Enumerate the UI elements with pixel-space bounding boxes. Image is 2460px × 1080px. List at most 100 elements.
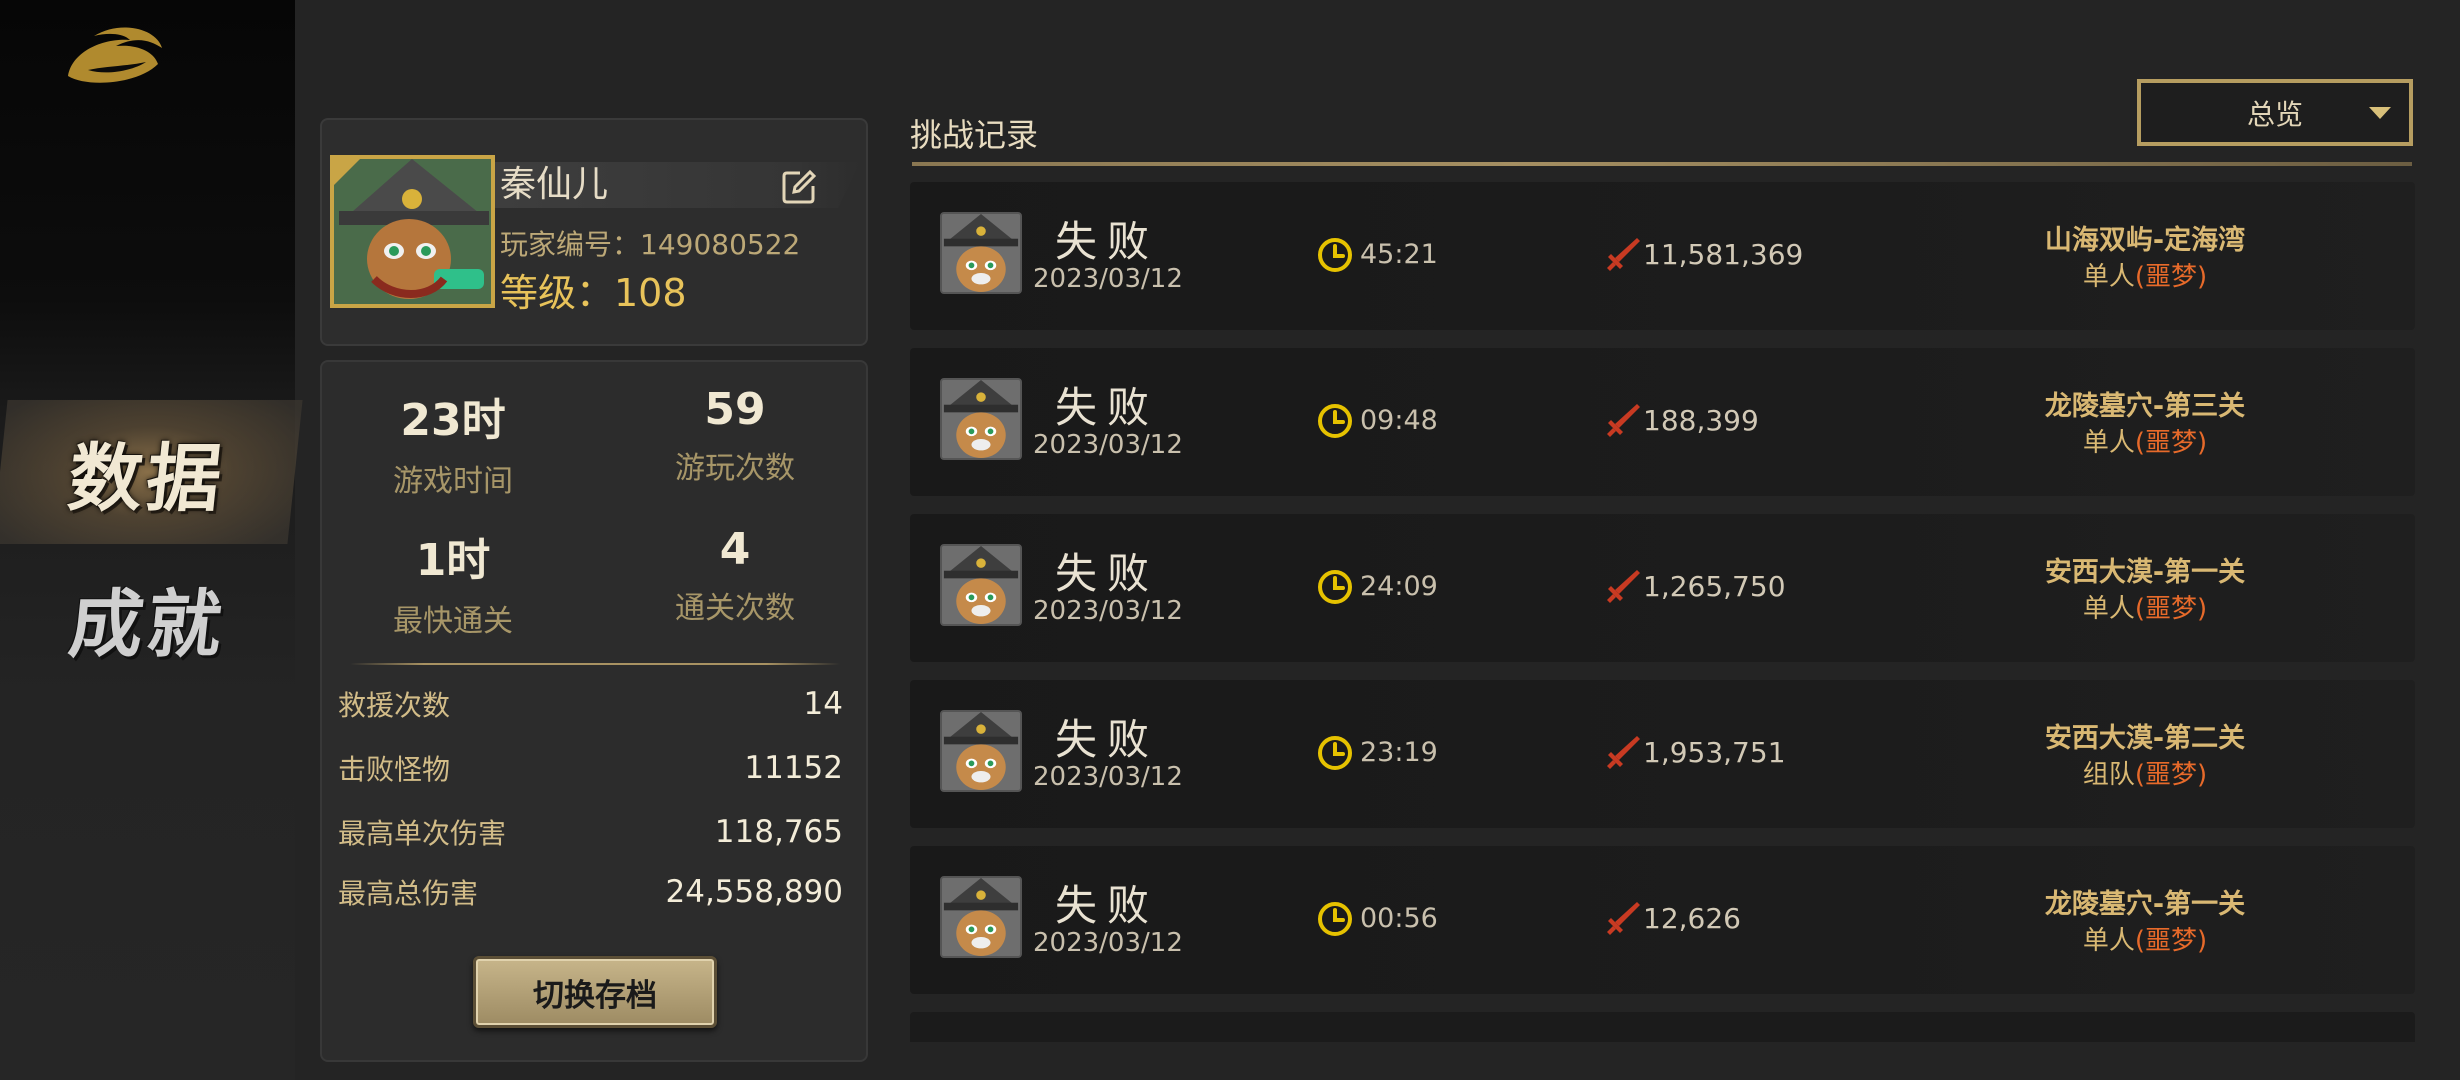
character-portrait-icon bbox=[942, 546, 1020, 624]
records-divider bbox=[912, 162, 2412, 166]
record-mode-type: 单人 bbox=[2082, 262, 2135, 292]
game-logo-icon bbox=[68, 27, 162, 83]
stat-play-count-value: 59 bbox=[704, 384, 766, 435]
edit-icon[interactable] bbox=[780, 168, 818, 206]
record-date: 2023/03/12 bbox=[1033, 928, 1183, 958]
record-result: 失败 bbox=[1055, 217, 1160, 266]
stat-row-value: 118,765 bbox=[714, 814, 843, 850]
stat-play-time-value: 23时 bbox=[400, 395, 506, 446]
record-row-partial bbox=[910, 1012, 2415, 1042]
clock-icon bbox=[1318, 570, 1352, 604]
stat-play-time-label: 游戏时间 bbox=[393, 464, 513, 499]
record-damage: 1,953,751 bbox=[1643, 736, 1786, 769]
record-result: 失败 bbox=[1055, 383, 1160, 432]
character-portrait-icon bbox=[942, 214, 1020, 292]
sword-damage-icon bbox=[1607, 238, 1640, 271]
stat-row-label: 救援次数 bbox=[338, 689, 451, 722]
record-damage: 188,399 bbox=[1643, 404, 1759, 437]
record-avatar bbox=[940, 876, 1022, 958]
clock-icon bbox=[1318, 238, 1352, 272]
record-result: 失败 bbox=[1055, 881, 1160, 930]
record-difficulty: (噩梦) bbox=[2134, 926, 2208, 956]
record-date: 2023/03/12 bbox=[1033, 264, 1183, 294]
record-mode: 单人(噩梦) bbox=[1985, 422, 2305, 459]
stat-clear-count: 4 通关次数 bbox=[600, 524, 870, 627]
record-avatar bbox=[940, 212, 1022, 294]
record-difficulty: (噩梦) bbox=[2134, 428, 2208, 458]
record-avatar bbox=[940, 378, 1022, 460]
record-time: 45:21 bbox=[1360, 239, 1438, 270]
record-row[interactable]: 失败 2023/03/12 00:56 12,626 龙陵墓穴-第一关 单人(噩… bbox=[910, 846, 2415, 994]
player-avatar bbox=[330, 155, 495, 308]
nav-tab-achievements[interactable]: 成就 bbox=[0, 546, 295, 690]
record-time: 24:09 bbox=[1360, 571, 1438, 602]
record-row[interactable]: 失败 2023/03/12 23:19 1,953,751 安西大漠-第二关 组… bbox=[910, 680, 2415, 828]
player-id: 玩家编号：149080522 bbox=[500, 228, 801, 261]
records-title: 挑战记录 bbox=[910, 116, 1039, 154]
records-filter-dropdown[interactable]: 总览 bbox=[2137, 79, 2413, 146]
record-row[interactable]: 失败 2023/03/12 09:48 188,399 龙陵墓穴-第三关 单人(… bbox=[910, 348, 2415, 496]
record-date: 2023/03/12 bbox=[1033, 596, 1183, 626]
stat-fastest-clear-value: 1时 bbox=[415, 535, 491, 586]
stat-fastest-clear: 1时 最快通关 bbox=[318, 524, 588, 640]
record-mode: 单人(噩梦) bbox=[1985, 588, 2305, 625]
stat-row-value: 14 bbox=[803, 686, 843, 722]
record-avatar bbox=[940, 544, 1022, 626]
nav-tab-achievements-label: 成就 bbox=[64, 581, 230, 668]
nav-tab-data[interactable]: 数据 bbox=[0, 400, 303, 544]
record-mode: 单人(噩梦) bbox=[1985, 256, 2305, 293]
record-result: 失败 bbox=[1055, 715, 1160, 764]
record-time: 00:56 bbox=[1360, 903, 1438, 934]
record-mode: 组队(噩梦) bbox=[1985, 754, 2305, 791]
stat-row-monsters-defeated: 击败怪物 11152 bbox=[338, 748, 843, 788]
clock-icon bbox=[1318, 736, 1352, 770]
stat-row-label: 最高总伤害 bbox=[338, 877, 479, 910]
sword-damage-icon bbox=[1607, 736, 1640, 769]
sword-damage-icon bbox=[1607, 902, 1640, 935]
record-difficulty: (噩梦) bbox=[2134, 262, 2208, 292]
record-date: 2023/03/12 bbox=[1033, 430, 1183, 460]
stat-row-label: 击败怪物 bbox=[338, 753, 451, 786]
character-portrait-icon bbox=[942, 878, 1020, 956]
record-mode: 单人(噩梦) bbox=[1985, 920, 2305, 957]
record-row[interactable]: 失败 2023/03/12 45:21 11,581,369 山海双屿-定海湾 … bbox=[910, 182, 2415, 330]
character-portrait-icon bbox=[942, 712, 1020, 790]
record-damage: 1,265,750 bbox=[1643, 570, 1786, 603]
stat-row-max-single-damage: 最高单次伤害 118,765 bbox=[338, 812, 843, 852]
left-nav: 数据 成就 bbox=[0, 0, 303, 1080]
record-mode-type: 单人 bbox=[2082, 594, 2135, 624]
record-stage: 安西大漠-第一关 bbox=[2044, 557, 2246, 588]
nav-tab-data-label: 数据 bbox=[64, 435, 230, 522]
sword-damage-icon bbox=[1607, 570, 1640, 603]
stat-row-rescues: 救援次数 14 bbox=[338, 684, 843, 724]
record-difficulty: (噩梦) bbox=[2134, 760, 2208, 790]
stat-fastest-clear-label: 最快通关 bbox=[393, 604, 513, 639]
player-level: 等级：108 bbox=[500, 271, 687, 315]
stats-divider bbox=[350, 663, 840, 665]
stat-clear-count-label: 通关次数 bbox=[675, 591, 795, 626]
stat-row-value: 11152 bbox=[744, 750, 843, 786]
record-row[interactable]: 失败 2023/03/12 24:09 1,265,750 安西大漠-第一关 单… bbox=[910, 514, 2415, 662]
stat-row-max-total-damage: 最高总伤害 24,558,890 bbox=[338, 872, 843, 912]
switch-save-button[interactable]: 切换存档 bbox=[473, 956, 717, 1028]
stat-play-count-label: 游玩次数 bbox=[675, 451, 795, 486]
stat-play-count: 59 游玩次数 bbox=[600, 384, 870, 487]
clock-icon bbox=[1318, 902, 1352, 936]
player-name: 秦仙儿 bbox=[500, 164, 609, 205]
record-stage: 龙陵墓穴-第一关 bbox=[2044, 889, 2246, 920]
record-avatar bbox=[940, 710, 1022, 792]
record-result: 失败 bbox=[1055, 549, 1160, 598]
record-mode-type: 单人 bbox=[2082, 926, 2135, 956]
stat-play-time: 23时 游戏时间 bbox=[318, 384, 588, 500]
record-mode-type: 单人 bbox=[2082, 428, 2135, 458]
record-stage: 安西大漠-第二关 bbox=[2044, 723, 2246, 754]
record-damage: 12,626 bbox=[1643, 902, 1741, 935]
record-stage: 龙陵墓穴-第三关 bbox=[2044, 391, 2246, 422]
record-difficulty: (噩梦) bbox=[2134, 594, 2208, 624]
stat-clear-count-value: 4 bbox=[719, 524, 751, 575]
record-stage: 山海双屿-定海湾 bbox=[2044, 225, 2246, 256]
record-mode-type: 组队 bbox=[2082, 760, 2135, 790]
record-time: 23:19 bbox=[1360, 737, 1438, 768]
sword-damage-icon bbox=[1607, 404, 1640, 437]
clock-icon bbox=[1318, 404, 1352, 438]
